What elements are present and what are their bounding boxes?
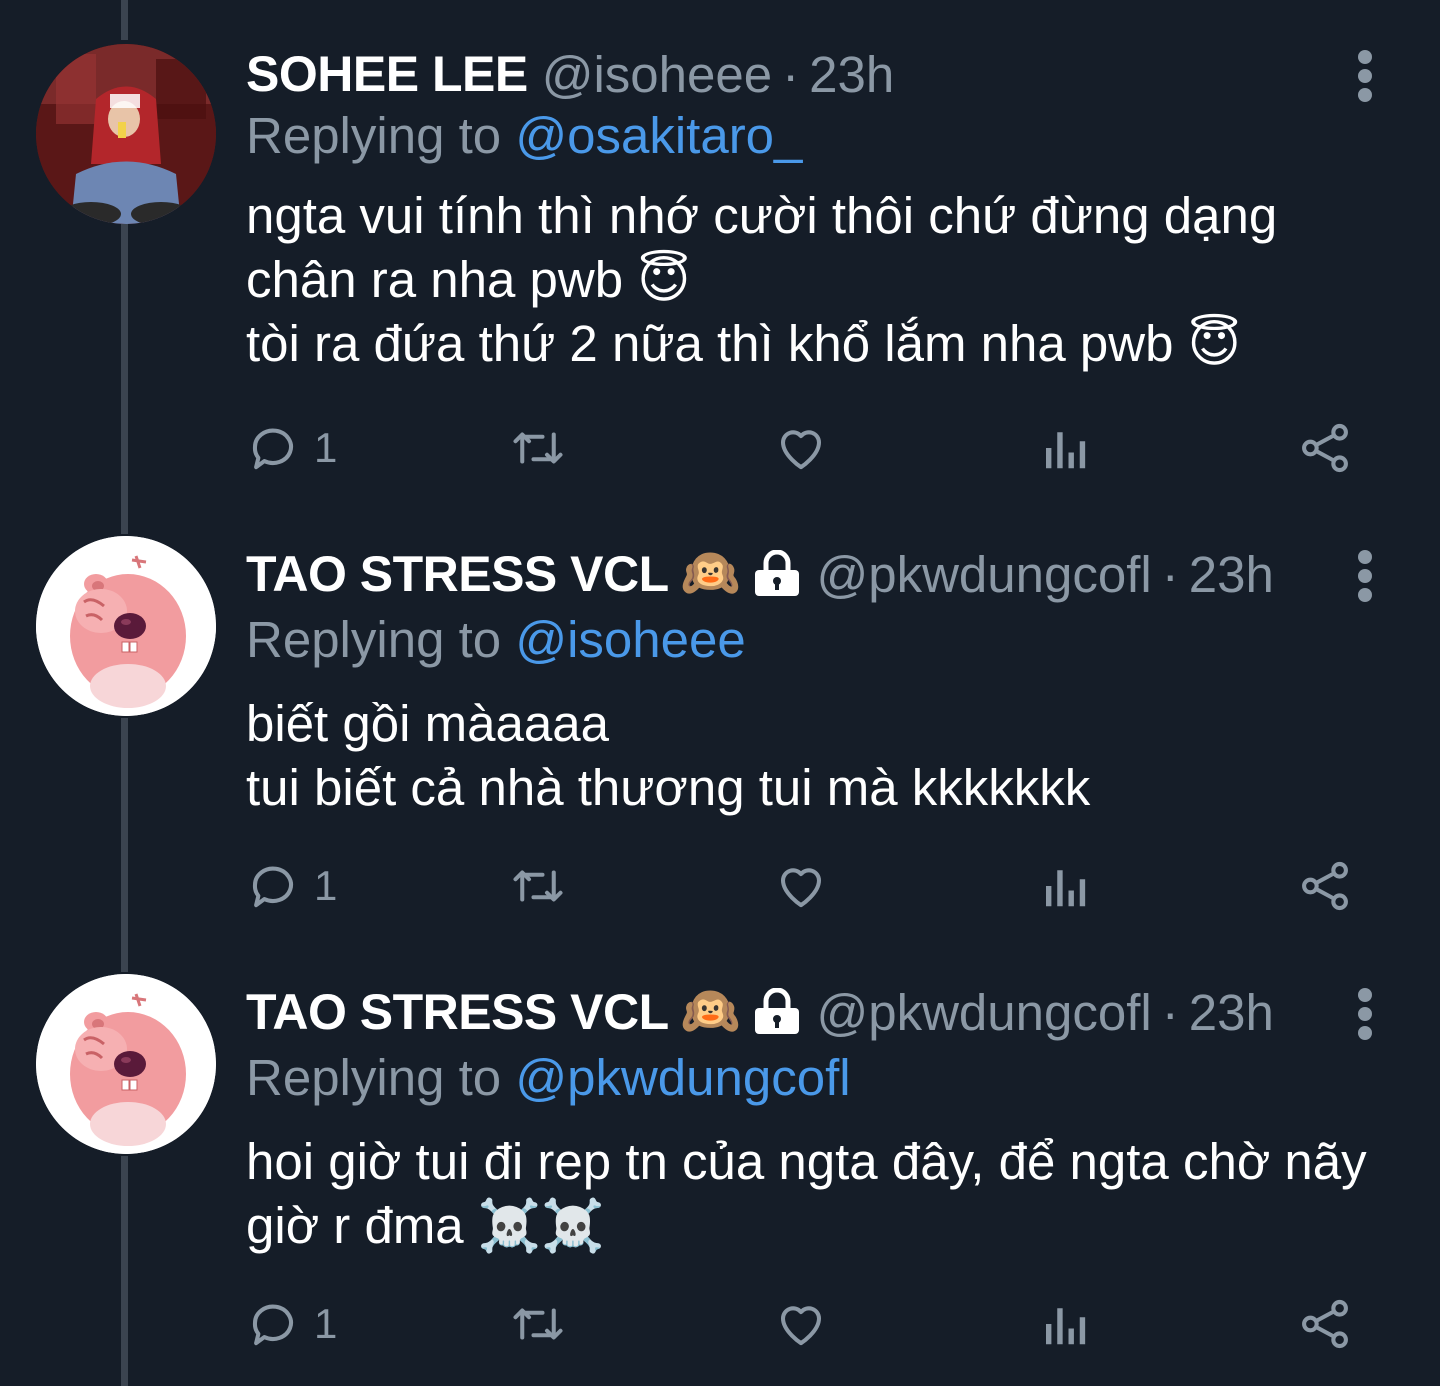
reply-count: 1 [314, 1300, 338, 1347]
tweet[interactable]: TAO STRESS VCL 🙉 @pkwdungcofl · 23h Repl… [0, 536, 1440, 956]
replying-mention[interactable]: @osakitaro_ [515, 107, 802, 164]
reply-button[interactable]: 1 [246, 418, 337, 478]
analytics-icon [1046, 870, 1086, 907]
hear-no-evil-monkey-emoji: 🙉 [680, 985, 741, 1038]
retweet-button[interactable] [508, 418, 568, 478]
tweet-text: biết gồi màaaaa tui biết cả nhà thương t… [246, 695, 1091, 816]
like-icon [780, 430, 822, 470]
separator: · [1161, 983, 1179, 1041]
retweet-button[interactable] [508, 1294, 568, 1354]
reply-button[interactable]: 1 [246, 856, 337, 916]
replying-prefix: Replying to [246, 1049, 502, 1106]
more-icon[interactable] [1350, 46, 1380, 106]
analytics-icon [1046, 432, 1086, 469]
tweet-header: TAO STRESS VCL 🙉 @pkwdungcofl · 23h [246, 974, 1380, 1050]
replying-to: Replying to @pkwdungcofl [246, 1046, 1380, 1110]
handle[interactable]: @pkwdungcofl [816, 983, 1151, 1042]
share-button[interactable] [1298, 1294, 1352, 1354]
display-name[interactable]: TAO STRESS VCL [246, 983, 669, 1041]
reply-count: 1 [314, 424, 338, 471]
avatar[interactable] [36, 536, 216, 716]
separator: · [782, 45, 800, 103]
timestamp[interactable]: 23h [1189, 983, 1274, 1042]
action-bar: 1 [246, 418, 1356, 478]
replying-mention[interactable]: @isoheee [515, 611, 745, 668]
replying-prefix: Replying to [246, 611, 502, 668]
like-icon [780, 1306, 822, 1346]
share-icon [1302, 423, 1348, 473]
reply-icon [252, 1304, 293, 1346]
tweet[interactable]: TAO STRESS VCL 🙉 @pkwdungcofl · 23h Repl… [0, 974, 1440, 1386]
share-icon [1302, 861, 1348, 911]
lock-icon [752, 987, 802, 1036]
like-button[interactable] [774, 418, 828, 478]
handle[interactable]: @isoheee [542, 45, 772, 104]
reply-button[interactable]: 1 [246, 1294, 337, 1354]
more-icon[interactable] [1350, 546, 1380, 606]
tweet-text: hoi giờ tui đi rep tn của ngta đây, để n… [246, 1133, 1367, 1254]
analytics-icon [1046, 1308, 1086, 1345]
display-name[interactable]: TAO STRESS VCL [246, 545, 669, 603]
replying-to: Replying to @osakitaro_ [246, 104, 1380, 168]
tweet-header: TAO STRESS VCL 🙉 @pkwdungcofl · 23h [246, 536, 1380, 612]
retweet-button[interactable] [508, 856, 568, 916]
analytics-button[interactable] [1040, 856, 1088, 916]
timestamp[interactable]: 23h [809, 45, 894, 104]
like-button[interactable] [774, 856, 828, 916]
retweet-icon [513, 870, 563, 902]
share-icon [1302, 1299, 1348, 1349]
tweet-text: ngta vui tính thì nhớ cười thôi chứ đừng… [246, 187, 1278, 372]
retweet-icon [513, 1308, 563, 1340]
timestamp[interactable]: 23h [1189, 545, 1274, 604]
analytics-button[interactable] [1040, 1294, 1088, 1354]
hear-no-evil-monkey-emoji: 🙉 [680, 547, 741, 600]
replying-mention[interactable]: @pkwdungcofl [515, 1049, 850, 1106]
display-name[interactable]: SOHEE LEE [246, 45, 528, 103]
action-bar: 1 [246, 856, 1356, 916]
replying-to: Replying to @isoheee [246, 608, 1380, 672]
retweet-icon [513, 432, 563, 464]
like-icon [780, 868, 822, 908]
handle[interactable]: @pkwdungcofl [816, 545, 1151, 604]
tweet-header: SOHEE LEE @isoheee · 23h [246, 44, 1380, 104]
tweet[interactable]: SOHEE LEE @isoheee · 23h Replying to @os… [0, 0, 1440, 520]
separator: · [1161, 545, 1179, 603]
reply-icon [252, 428, 293, 470]
reply-count: 1 [314, 862, 338, 909]
like-button[interactable] [774, 1294, 828, 1354]
share-button[interactable] [1298, 418, 1352, 478]
reply-icon [252, 866, 293, 908]
replying-prefix: Replying to [246, 107, 502, 164]
avatar[interactable] [36, 974, 216, 1154]
avatar[interactable] [36, 44, 216, 224]
analytics-button[interactable] [1040, 418, 1088, 478]
more-icon[interactable] [1350, 984, 1380, 1044]
share-button[interactable] [1298, 856, 1352, 916]
lock-icon [752, 549, 802, 598]
action-bar: 1 [246, 1294, 1356, 1354]
